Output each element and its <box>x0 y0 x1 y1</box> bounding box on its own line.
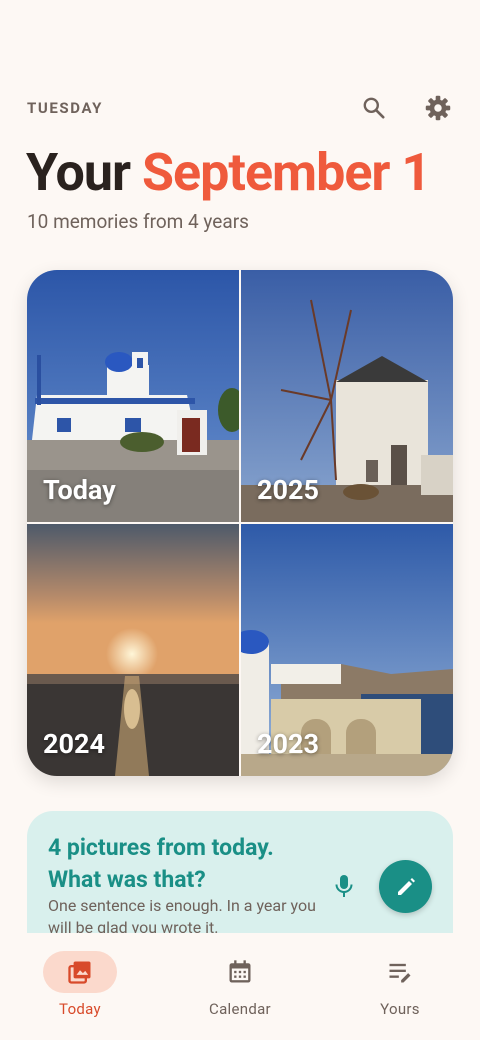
memories-grid: Today 2025 2024 2023 <box>27 270 453 776</box>
voice-input-button[interactable] <box>331 873 357 899</box>
search-icon <box>363 97 385 119</box>
nav-item-calendar[interactable]: Calendar <box>170 933 310 1040</box>
photo-album-icon <box>68 961 91 984</box>
nav-label-today: Today <box>59 1000 101 1018</box>
day-label: TUESDAY <box>27 99 104 117</box>
prompt-title: 4 pictures from today. What was that? <box>48 834 274 893</box>
memory-label-2024: 2024 <box>43 728 105 760</box>
nav-item-yours[interactable]: Yours <box>330 933 470 1040</box>
write-entry-button[interactable] <box>379 860 432 913</box>
page-title: Your September 1 <box>26 142 431 203</box>
memory-tile-2025[interactable]: 2025 <box>241 270 453 522</box>
nav-label-calendar: Calendar <box>209 1000 271 1018</box>
calendar-icon <box>229 960 251 983</box>
nav-label-yours: Yours <box>380 1000 420 1018</box>
memory-label-2025: 2025 <box>257 474 319 506</box>
memory-tile-2024[interactable]: 2024 <box>27 524 239 776</box>
memory-label-2023: 2023 <box>257 728 319 760</box>
journal-prompt-card[interactable]: 4 pictures from today. What was that? On… <box>27 811 453 933</box>
prompt-body: One sentence is enough. In a year you wi… <box>48 896 316 933</box>
memory-tile-today[interactable]: Today <box>27 270 239 522</box>
memory-label-today: Today <box>43 474 116 506</box>
title-prefix: Your <box>26 142 131 203</box>
nav-active-indicator <box>43 951 117 993</box>
bottom-navigation: Today Calendar Yours <box>0 933 480 1040</box>
header: TUESDAY <box>27 88 453 128</box>
nav-item-today[interactable]: Today <box>10 933 150 1040</box>
title-date: September 1 <box>142 142 431 203</box>
settings-button[interactable] <box>423 93 453 123</box>
notes-edit-icon <box>389 963 411 983</box>
memory-tile-2023[interactable]: 2023 <box>241 524 453 776</box>
search-button[interactable] <box>359 93 389 123</box>
header-actions <box>359 93 453 123</box>
memories-summary: 10 memories from 4 years <box>27 210 249 233</box>
microphone-icon <box>335 875 353 897</box>
pencil-icon <box>397 877 415 895</box>
gear-icon <box>425 95 451 121</box>
